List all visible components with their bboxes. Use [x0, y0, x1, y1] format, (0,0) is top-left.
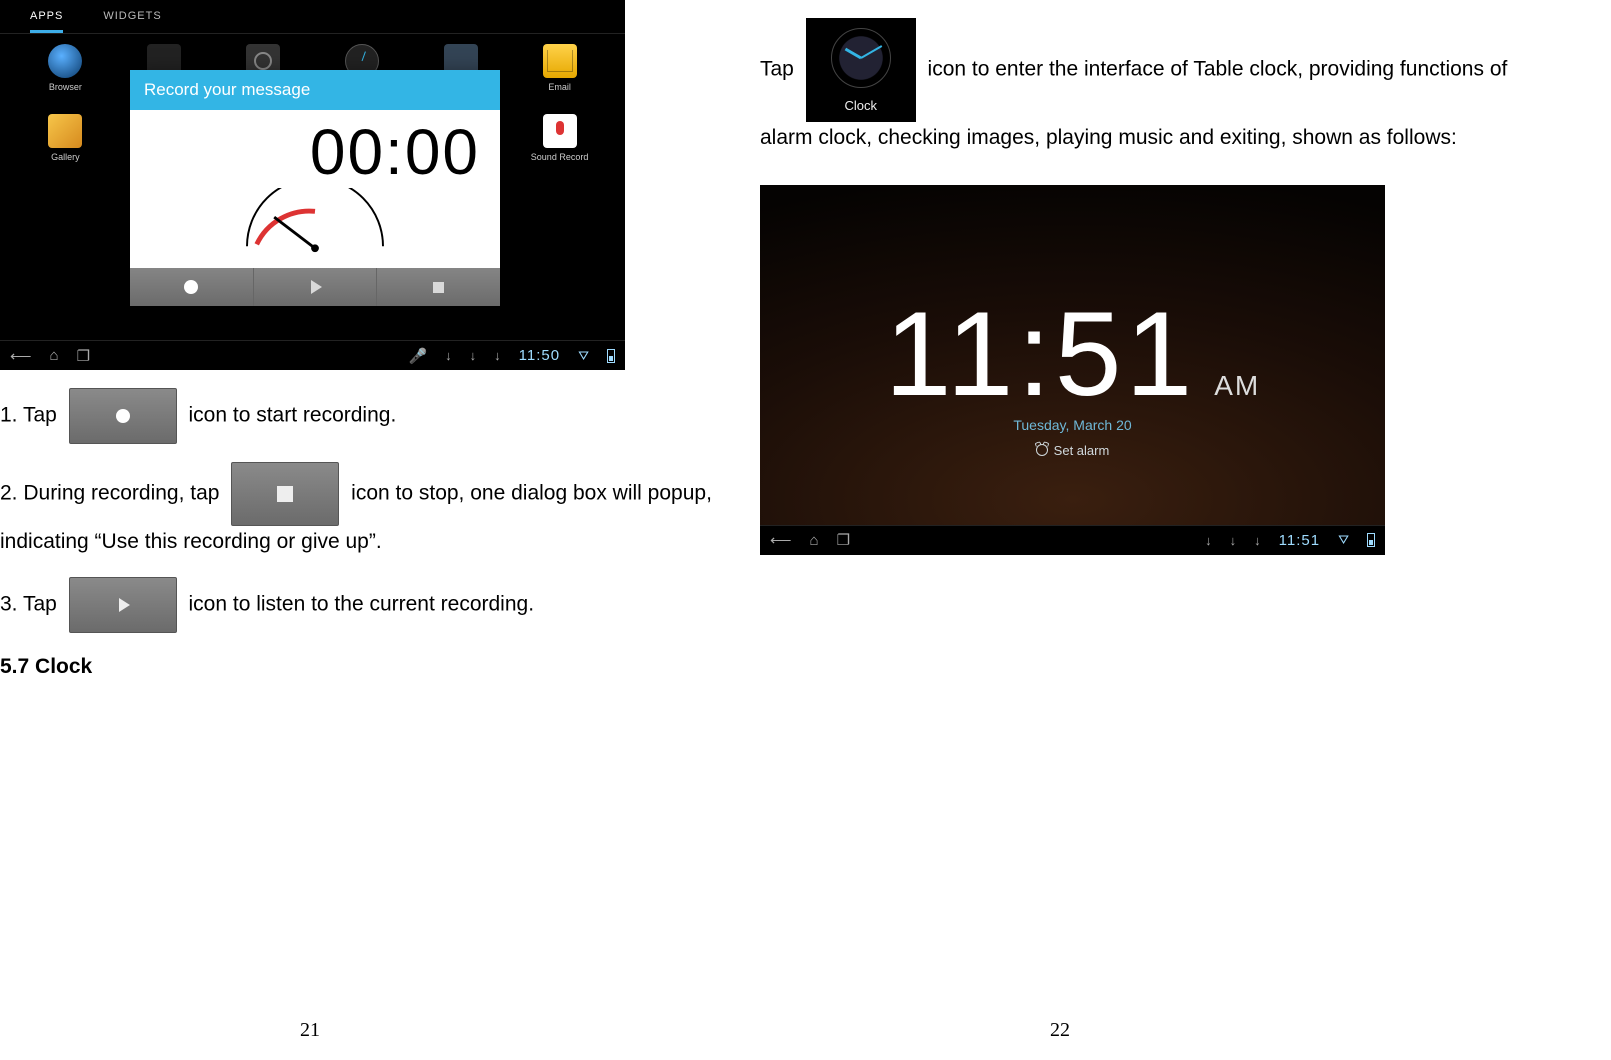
recents-icon[interactable]: ❐ — [837, 531, 850, 549]
system-navbar: ⟵ ⌂ ❐ 🎤 ↓ ↓ ↓ 11:50 ⛛ — [0, 340, 625, 370]
step1-suffix: icon to start recording. — [189, 404, 397, 427]
record-icon — [184, 280, 198, 294]
record-dialog: Record your message 00:00 — [130, 70, 500, 306]
screenshot-clock-interface: 11:51 AM Tuesday, March 20 Set alarm ⟵ ⌂… — [760, 185, 1385, 555]
clock-app-icon: Clock — [806, 18, 916, 122]
clock-intro: Tap Clock icon to enter the interface of… — [760, 18, 1565, 155]
download-icon: ↓ — [1254, 533, 1261, 548]
app-label: Gallery — [51, 152, 80, 162]
recents-icon[interactable]: ❐ — [77, 347, 90, 365]
step1-prefix: 1. Tap — [0, 404, 57, 427]
vu-meter — [225, 188, 405, 256]
app-browser[interactable]: Browser — [18, 44, 113, 104]
play-icon — [311, 280, 322, 294]
download-icon: ↓ — [470, 348, 477, 363]
play-button[interactable] — [254, 268, 378, 306]
clock-face-icon — [831, 28, 891, 88]
status-time: 11:50 — [519, 347, 560, 364]
set-alarm-label: Set alarm — [1054, 443, 1110, 458]
stop-button[interactable] — [377, 268, 500, 306]
stop-button-inline — [231, 462, 339, 526]
download-icon: ↓ — [1205, 533, 1212, 548]
wifi-icon: ⛛ — [578, 348, 589, 364]
instructions: 1. Tap icon to start recording. 2. Durin… — [0, 388, 745, 683]
recording-timer: 00:00 — [310, 120, 480, 184]
app-label: Email — [548, 82, 571, 92]
download-icon: ↓ — [494, 348, 501, 363]
battery-icon — [607, 349, 615, 363]
app-drawer-tabs: APPS WIDGETS — [0, 0, 625, 34]
section-heading-clock: 5.7 Clock — [0, 651, 745, 684]
app-label: Sound Record — [531, 152, 589, 162]
tab-widgets[interactable]: WIDGETS — [103, 4, 161, 33]
stop-icon — [433, 282, 444, 293]
system-navbar: ⟵ ⌂ ❐ ↓ ↓ ↓ 11:51 ⛛ — [760, 525, 1385, 555]
step2-prefix: 2. During recording, tap — [0, 482, 219, 505]
email-icon — [543, 44, 577, 78]
play-icon — [119, 598, 130, 612]
browser-icon — [48, 44, 82, 78]
app-sound-recorder[interactable]: Sound Record — [512, 114, 607, 174]
gallery-icon — [48, 114, 82, 148]
play-button-inline — [69, 577, 177, 633]
clock-icon-label: Clock — [806, 96, 916, 116]
page-number-left: 21 — [300, 1019, 320, 1042]
battery-icon — [1367, 533, 1375, 547]
set-alarm-button[interactable]: Set alarm — [1036, 443, 1110, 458]
microphone-icon[interactable]: 🎤 — [408, 347, 427, 365]
recorder-buttons — [130, 268, 500, 306]
app-gallery[interactable]: Gallery — [18, 114, 113, 174]
record-button[interactable] — [130, 268, 254, 306]
home-icon[interactable]: ⌂ — [50, 347, 59, 364]
record-icon — [116, 409, 130, 423]
home-icon[interactable]: ⌂ — [810, 532, 819, 549]
status-time: 11:51 — [1279, 532, 1320, 549]
clock-time: 11:51 — [885, 285, 1196, 423]
page-number-right: 22 — [1050, 1019, 1070, 1042]
back-icon[interactable]: ⟵ — [10, 347, 32, 365]
step3-suffix: icon to listen to the current recording. — [189, 592, 535, 615]
screenshot-sound-recorder: APPS WIDGETS Browser C Email — [0, 0, 625, 370]
app-label: Browser — [49, 82, 82, 92]
intro-prefix: Tap — [760, 58, 794, 81]
download-icon: ↓ — [445, 348, 452, 363]
app-email[interactable]: Email — [512, 44, 607, 104]
clock-date: Tuesday, March 20 — [760, 417, 1385, 433]
record-button-inline — [69, 388, 177, 444]
dialog-title: Record your message — [130, 70, 500, 110]
download-icon: ↓ — [1230, 533, 1237, 548]
step3-prefix: 3. Tap — [0, 592, 57, 615]
alarm-icon — [1036, 444, 1048, 456]
back-icon[interactable]: ⟵ — [770, 531, 792, 549]
clock-ampm: AM — [1214, 370, 1260, 402]
stop-icon — [277, 486, 293, 502]
microphone-icon — [543, 114, 577, 148]
clock-time-display: 11:51 AM — [885, 285, 1260, 423]
tab-apps[interactable]: APPS — [30, 4, 63, 33]
wifi-icon: ⛛ — [1338, 532, 1349, 548]
